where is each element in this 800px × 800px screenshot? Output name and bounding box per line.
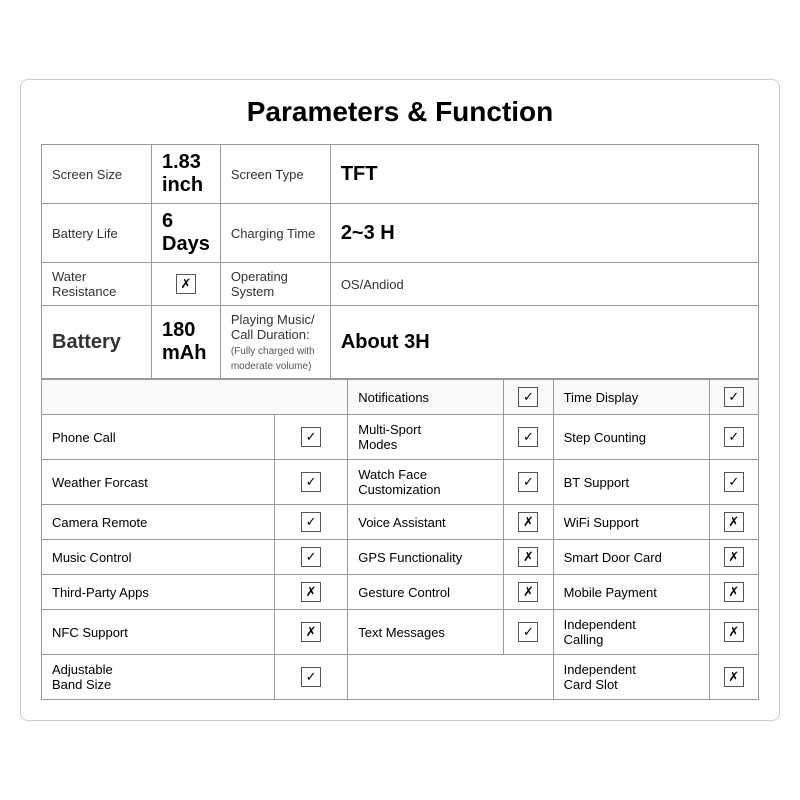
notifications-label: Notifications — [348, 380, 504, 415]
phone-call-label: Phone Call — [42, 415, 275, 460]
text-messages-check: ✓ — [504, 610, 553, 655]
bt-support-icon: ✓ — [724, 472, 744, 492]
screen-size-label: Screen Size — [42, 145, 152, 204]
gps-icon: ✗ — [518, 547, 538, 567]
playing-music-sub: (Fully charged with moderate volume) — [231, 346, 315, 372]
water-resistance-icon: ✗ — [176, 274, 196, 294]
playing-music-label: Playing Music/Call Duration: (Fully char… — [220, 306, 330, 379]
time-display-check: ✓ — [709, 380, 758, 415]
nfc-icon: ✗ — [301, 622, 321, 642]
notifications-icon: ✓ — [518, 387, 538, 407]
music-control-check: ✓ — [274, 540, 347, 575]
nfc-label: NFC Support — [42, 610, 275, 655]
watch-face-check: ✓ — [504, 460, 553, 505]
wifi-support-label: WiFi Support — [553, 505, 709, 540]
feature-row-5: Music Control ✓ GPS Functionality ✗ Smar… — [42, 540, 759, 575]
smart-door-icon: ✗ — [724, 547, 744, 567]
wifi-support-icon: ✗ — [724, 512, 744, 532]
voice-assistant-label: Voice Assistant — [348, 505, 504, 540]
independent-card-icon: ✗ — [724, 667, 744, 687]
charging-time-value: 2~3 H — [330, 204, 758, 263]
nfc-check: ✗ — [274, 610, 347, 655]
multi-sport-icon: ✓ — [518, 427, 538, 447]
camera-remote-label: Camera Remote — [42, 505, 275, 540]
adjustable-band-check: ✓ — [274, 655, 347, 700]
multi-sport-label: Multi-SportModes — [348, 415, 504, 460]
feature-row-3: Weather Forcast ✓ Watch FaceCustomizatio… — [42, 460, 759, 505]
main-container: Parameters & Function Screen Size 1.83 i… — [20, 79, 780, 721]
phone-call-check: ✓ — [274, 415, 347, 460]
smart-door-label: Smart Door Card — [553, 540, 709, 575]
params-table: Screen Size 1.83 inch Screen Type TFT Ba… — [41, 144, 759, 379]
water-resistance-check: ✗ — [152, 263, 221, 306]
gesture-check: ✗ — [504, 575, 553, 610]
smart-door-check: ✗ — [709, 540, 758, 575]
battery-life-value: 6 Days — [152, 204, 221, 263]
page-title: Parameters & Function — [41, 96, 759, 128]
text-messages-icon: ✓ — [518, 622, 538, 642]
third-party-check: ✗ — [274, 575, 347, 610]
battery-value: 180 mAh — [152, 306, 221, 379]
camera-remote-icon: ✓ — [301, 512, 321, 532]
independent-calling-icon: ✗ — [724, 622, 744, 642]
feature-row-4: Camera Remote ✓ Voice Assistant ✗ WiFi S… — [42, 505, 759, 540]
third-party-icon: ✗ — [301, 582, 321, 602]
gps-check: ✗ — [504, 540, 553, 575]
weather-icon: ✓ — [301, 472, 321, 492]
battery-life-label: Battery Life — [42, 204, 152, 263]
time-display-label: Time Display — [553, 380, 709, 415]
step-counting-icon: ✓ — [724, 427, 744, 447]
music-control-icon: ✓ — [301, 547, 321, 567]
step-counting-label: Step Counting — [553, 415, 709, 460]
weather-label: Weather Forcast — [42, 460, 275, 505]
features-table: Notifications ✓ Time Display ✓ Phone Cal… — [41, 379, 759, 700]
screen-type-value: TFT — [330, 145, 758, 204]
third-party-label: Third-Party Apps — [42, 575, 275, 610]
charging-time-label: Charging Time — [220, 204, 330, 263]
screen-type-label: Screen Type — [220, 145, 330, 204]
screen-size-value: 1.83 inch — [152, 145, 221, 204]
operating-system-value: OS/Andiod — [330, 263, 758, 306]
mobile-payment-check: ✗ — [709, 575, 758, 610]
feature-row-8: AdjustableBand Size ✓ IndependentCard Sl… — [42, 655, 759, 700]
feature-row-2: Phone Call ✓ Multi-SportModes ✓ Step Cou… — [42, 415, 759, 460]
independent-calling-check: ✗ — [709, 610, 758, 655]
mobile-payment-label: Mobile Payment — [553, 575, 709, 610]
time-display-icon: ✓ — [724, 387, 744, 407]
music-control-label: Music Control — [42, 540, 275, 575]
feature-row-7: NFC Support ✗ Text Messages ✓ Independen… — [42, 610, 759, 655]
playing-music-value: About 3H — [330, 306, 758, 379]
watch-face-label: Watch FaceCustomization — [348, 460, 504, 505]
bt-support-label: BT Support — [553, 460, 709, 505]
step-counting-check: ✓ — [709, 415, 758, 460]
wifi-support-check: ✗ — [709, 505, 758, 540]
gesture-label: Gesture Control — [348, 575, 504, 610]
independent-card-label: IndependentCard Slot — [553, 655, 709, 700]
mobile-payment-icon: ✗ — [724, 582, 744, 602]
camera-remote-check: ✓ — [274, 505, 347, 540]
battery-label: Battery — [42, 306, 152, 379]
operating-system-label: OperatingSystem — [220, 263, 330, 306]
adjustable-band-label: AdjustableBand Size — [42, 655, 275, 700]
empty-cell — [348, 655, 553, 700]
multi-sport-check: ✓ — [504, 415, 553, 460]
gesture-icon: ✗ — [518, 582, 538, 602]
feature-row-6: Third-Party Apps ✗ Gesture Control ✗ Mob… — [42, 575, 759, 610]
adjustable-band-icon: ✓ — [301, 667, 321, 687]
weather-check: ✓ — [274, 460, 347, 505]
water-resistance-label: WaterResistance — [42, 263, 152, 306]
independent-calling-label: IndependentCalling — [553, 610, 709, 655]
independent-card-check: ✗ — [709, 655, 758, 700]
phone-call-icon: ✓ — [301, 427, 321, 447]
bt-support-check: ✓ — [709, 460, 758, 505]
text-messages-label: Text Messages — [348, 610, 504, 655]
gps-label: GPS Functionality — [348, 540, 504, 575]
features-header-row: Notifications ✓ Time Display ✓ — [42, 380, 759, 415]
watch-face-icon: ✓ — [518, 472, 538, 492]
notifications-check: ✓ — [504, 380, 553, 415]
voice-assistant-icon: ✗ — [518, 512, 538, 532]
voice-assistant-check: ✗ — [504, 505, 553, 540]
